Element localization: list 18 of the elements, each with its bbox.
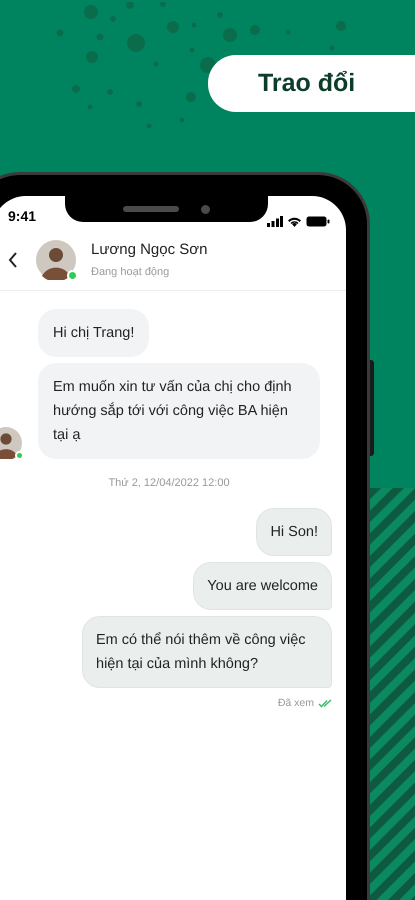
contact-name: Lương Ngọc Sơn <box>91 240 208 260</box>
status-time: 9:41 <box>8 207 36 226</box>
read-receipt: Đã xem <box>278 696 314 710</box>
timestamp: Thứ 2, 12/04/2022 12:00 <box>108 476 230 491</box>
contact-status: Đang hoạt động <box>91 265 170 280</box>
message-bubble: Em muốn xin tư vấn của chị cho định hướng sắp tới với công việc BA hiện tại ạ <box>38 363 320 459</box>
speaker-icon <box>123 206 179 212</box>
title-pill: Trao đổi <box>208 55 415 112</box>
message-bubble: Hi Son! <box>256 508 332 556</box>
avatar <box>36 240 76 280</box>
battery-icon <box>306 216 330 227</box>
message-bubble: You are welcome <box>193 562 332 610</box>
message-bubble: Hi chị Trang! <box>38 309 150 357</box>
wifi-icon <box>287 216 302 227</box>
signal-icon <box>267 216 283 227</box>
back-icon[interactable] <box>8 252 18 268</box>
message-bubble: Em có thể nói thêm về công việc hiện tại của mình không? <box>82 616 332 688</box>
camera-icon <box>201 204 210 214</box>
